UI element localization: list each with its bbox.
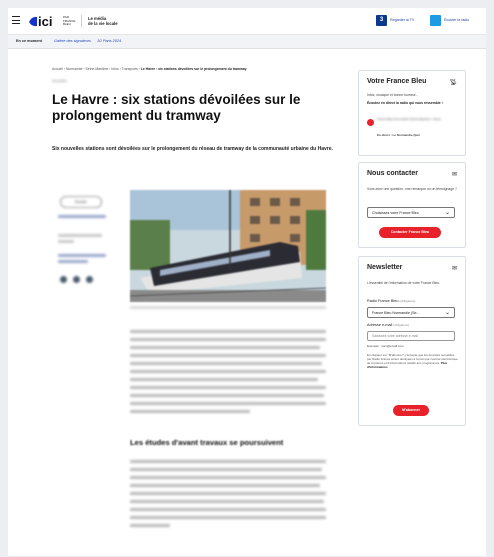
radio-label-hint: (obligatoire) — [399, 299, 416, 303]
email-label-text: Adresse e-mail — [367, 323, 393, 327]
mail-icon: ✉ — [451, 172, 457, 178]
body-line — [130, 330, 326, 333]
header-divider — [81, 15, 82, 27]
body-line — [130, 362, 322, 365]
trending-link[interactable]: Galère des signaleurs — [54, 39, 91, 43]
body-line — [130, 394, 324, 397]
logo-subtitle: PAR FRANCE BLEU — [63, 15, 76, 27]
station-line — [58, 260, 88, 263]
body-line — [130, 484, 320, 487]
tramway-photo — [130, 190, 326, 302]
body-line — [130, 402, 326, 405]
chevron-down-icon: ⌄ — [444, 210, 450, 216]
subscribe-button[interactable]: M'abonner — [393, 405, 429, 416]
section-heading: Les études d'avant travaux se poursuiven… — [130, 438, 284, 447]
card-text: Infos, musique et bonne humeur... — [367, 93, 419, 97]
body-line — [130, 386, 326, 389]
body-line — [130, 476, 326, 479]
trending-link[interactable]: JO Paris 2024 — [97, 39, 121, 43]
card-title: Votre France Bleu — [367, 78, 427, 85]
france3-icon[interactable]: 3 — [376, 15, 387, 26]
breadcrumb: Accueil › Normandie › Seine-Maritime › I… — [52, 67, 342, 71]
email-label: Adresse e-mail (obligatoire) — [367, 323, 459, 328]
trending-label: En ce moment — [16, 39, 42, 43]
body-line — [130, 516, 326, 519]
share-icon[interactable] — [86, 276, 93, 283]
date-line — [58, 240, 74, 243]
station-select[interactable]: Choisissez votre France Bleu ⌄ — [367, 207, 455, 218]
listen-radio-link[interactable]: Écouter la radio — [444, 18, 469, 22]
radio-label-text: Radio France Bleu — [367, 299, 399, 303]
select-value: France Bleu Normandie (Se... — [372, 311, 420, 315]
body-line — [130, 410, 250, 413]
card-title: Newsletter — [367, 264, 403, 271]
breadcrumb-path[interactable]: Accueil › Normandie › Seine-Maritime › I… — [52, 67, 140, 71]
breadcrumb-current: Le Havre : six stations dévoilées sur le… — [140, 67, 247, 71]
body-line — [130, 524, 170, 527]
card-title: Nous contacter — [367, 170, 418, 177]
photo-caption — [130, 306, 326, 309]
radio-label: Radio France Bleu (obligatoire) — [367, 299, 459, 304]
site-header: ici PAR FRANCE BLEU Le média de la vie l… — [8, 8, 486, 35]
chevron-down-icon: ⌄ — [444, 310, 450, 316]
menu-icon[interactable] — [12, 16, 20, 25]
tagline-line2: de la vie locale — [88, 21, 118, 26]
france-bleu-card: Votre France Bleu 📡︎ Infos, musique et b… — [358, 70, 466, 156]
card-text-bold: Écoutez en direct la radio qui vous ress… — [367, 101, 443, 105]
facebook-icon[interactable] — [60, 276, 67, 283]
trending-bar: En ce moment Galère des signaleurs JO Pa… — [8, 35, 486, 49]
newsletter-station-select[interactable]: France Bleu Normandie (Se... ⌄ — [367, 307, 455, 318]
select-value: Choisissez votre France Bleu — [372, 211, 419, 215]
radio-icon[interactable] — [430, 15, 441, 26]
contact-card: Nous contacter ✉ Vous avez une question,… — [358, 162, 466, 248]
body-line — [130, 338, 326, 341]
station-line — [58, 254, 106, 257]
contact-button[interactable]: Contacter France Bleu — [379, 227, 441, 238]
body-line — [130, 346, 320, 349]
card-text: Vous avez une question, une remarque ou … — [367, 187, 457, 191]
watch-tv-link[interactable]: Regarder la TV — [390, 18, 414, 22]
body-line — [130, 492, 326, 495]
email-input[interactable]: Saisissez votre adresse e-mail — [367, 331, 455, 341]
body-line — [130, 370, 326, 373]
station-name[interactable]: France Bleu Normandie (Seine-Maritime - … — [377, 117, 457, 121]
legal-text: En cliquant sur "M'abonner", j'accepte q… — [367, 353, 459, 370]
body-line — [130, 378, 318, 381]
body-line — [130, 500, 324, 503]
article-lead: Six nouvelles stations sont dévoilées su… — [52, 146, 333, 152]
body-line — [130, 468, 322, 471]
email-label-hint: (obligatoire) — [393, 323, 410, 327]
ici-logo[interactable]: ici — [28, 14, 62, 28]
now-playing: En direct : Le Normandie Quiz — [377, 133, 420, 137]
email-example: Exemple : nom@email.com — [367, 344, 404, 348]
twitter-icon[interactable] — [73, 276, 80, 283]
mail-icon: ✉ — [451, 266, 457, 272]
newsletter-card: Newsletter ✉ L'essentiel de l'informatio… — [358, 256, 466, 426]
station-logo — [367, 119, 374, 126]
card-text: L'essentiel de l'information de votre Fr… — [367, 281, 441, 285]
article-title: Le Havre : six stations dévoilées sur le… — [52, 92, 301, 123]
page: ici PAR FRANCE BLEU Le média de la vie l… — [8, 8, 486, 556]
date-line — [58, 234, 102, 237]
author-line — [58, 215, 106, 218]
listen-button[interactable]: Écouter — [60, 196, 102, 208]
body-line — [130, 460, 326, 463]
article-kicker: Nouvelles — [52, 79, 67, 83]
tagline: Le média de la vie locale — [88, 16, 128, 26]
antenna-icon: 📡︎ — [449, 80, 457, 86]
body-line — [130, 508, 326, 511]
svg-text:ici: ici — [38, 14, 52, 28]
body-line — [130, 354, 326, 357]
